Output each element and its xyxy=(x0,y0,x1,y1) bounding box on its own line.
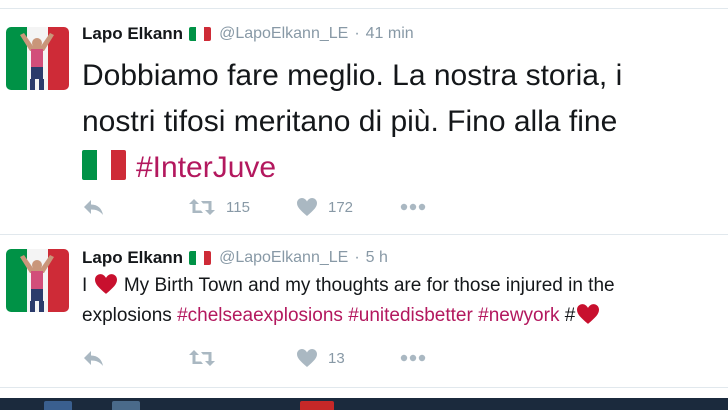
avatar[interactable] xyxy=(6,249,69,312)
hashtag-link[interactable]: #chelseaexplosions xyxy=(177,305,343,326)
more-icon xyxy=(400,203,426,211)
user-name[interactable]: Lapo Elkann xyxy=(82,248,183,268)
tweet[interactable]: Lapo Elkann @LapoElkann_LE · 5 h I My Bi… xyxy=(0,234,728,388)
avatar-image xyxy=(6,249,69,312)
reply-button[interactable] xyxy=(82,195,106,219)
hash-mark: # xyxy=(564,305,576,326)
like-button[interactable]: 13 xyxy=(296,346,345,370)
separator: · xyxy=(354,25,360,42)
user-handle[interactable]: @LapoElkann_LE xyxy=(219,25,348,43)
taskbar-button[interactable] xyxy=(112,401,140,410)
tweet-text-line: Dobbiamo fare meglio. La nostra storia, … xyxy=(82,59,623,92)
avatar[interactable] xyxy=(6,27,69,90)
taskbar-button[interactable] xyxy=(44,401,72,410)
hashtag-link[interactable]: #newyork xyxy=(478,305,559,326)
taskbar-button[interactable] xyxy=(300,401,334,410)
tweet-text: I My Birth Town and my thoughts are for … xyxy=(82,271,722,331)
user-handle[interactable]: @LapoElkann_LE xyxy=(219,249,348,267)
retweet-icon xyxy=(189,199,215,215)
heart-emoji-icon xyxy=(94,274,117,294)
tweet-text-word: explosions xyxy=(82,305,172,326)
user-name[interactable]: Lapo Elkann xyxy=(82,24,183,44)
like-button[interactable]: 172 xyxy=(296,195,353,219)
timestamp[interactable]: 5 h xyxy=(366,249,388,267)
italy-flag-icon xyxy=(82,150,126,180)
hashtag-link[interactable]: #InterJuve xyxy=(136,151,276,184)
tweet-header: Lapo Elkann @LapoElkann_LE · 41 min xyxy=(82,23,414,45)
reply-icon xyxy=(84,200,103,215)
retweet-count: 115 xyxy=(226,198,250,216)
hashtag-link[interactable]: #unitedisbetter xyxy=(348,305,473,326)
like-count: 13 xyxy=(328,349,345,367)
more-icon xyxy=(400,354,426,362)
tweet-text-line: My Birth Town and my thoughts are for th… xyxy=(123,275,615,296)
tweet-header: Lapo Elkann @LapoElkann_LE · 5 h xyxy=(82,247,388,269)
more-button[interactable] xyxy=(400,346,426,370)
more-button[interactable] xyxy=(400,195,426,219)
heart-emoji-icon xyxy=(577,304,600,324)
retweet-button[interactable] xyxy=(188,346,216,370)
italy-flag-icon xyxy=(189,251,212,265)
reply-button[interactable] xyxy=(82,346,106,370)
timeline: Lapo Elkann @LapoElkann_LE · 41 min Dobb… xyxy=(0,0,728,398)
taskbar xyxy=(0,398,728,410)
tweet-text-word: I xyxy=(82,275,88,296)
reply-icon xyxy=(84,351,103,366)
separator: · xyxy=(354,249,360,266)
like-icon xyxy=(297,198,317,216)
like-icon xyxy=(297,349,317,367)
like-count: 172 xyxy=(328,198,354,216)
retweet-icon xyxy=(189,350,215,366)
retweet-button[interactable]: 115 xyxy=(188,195,250,219)
tweet-text-line: nostri tifosi meritano di più. Fino alla… xyxy=(82,105,618,138)
tweet-text: Dobbiamo fare meglio. La nostra storia, … xyxy=(82,53,722,191)
italy-flag-icon xyxy=(189,27,212,41)
tweet[interactable]: Lapo Elkann @LapoElkann_LE · 41 min Dobb… xyxy=(0,8,728,235)
avatar-image xyxy=(6,27,69,90)
timestamp[interactable]: 41 min xyxy=(366,25,414,43)
